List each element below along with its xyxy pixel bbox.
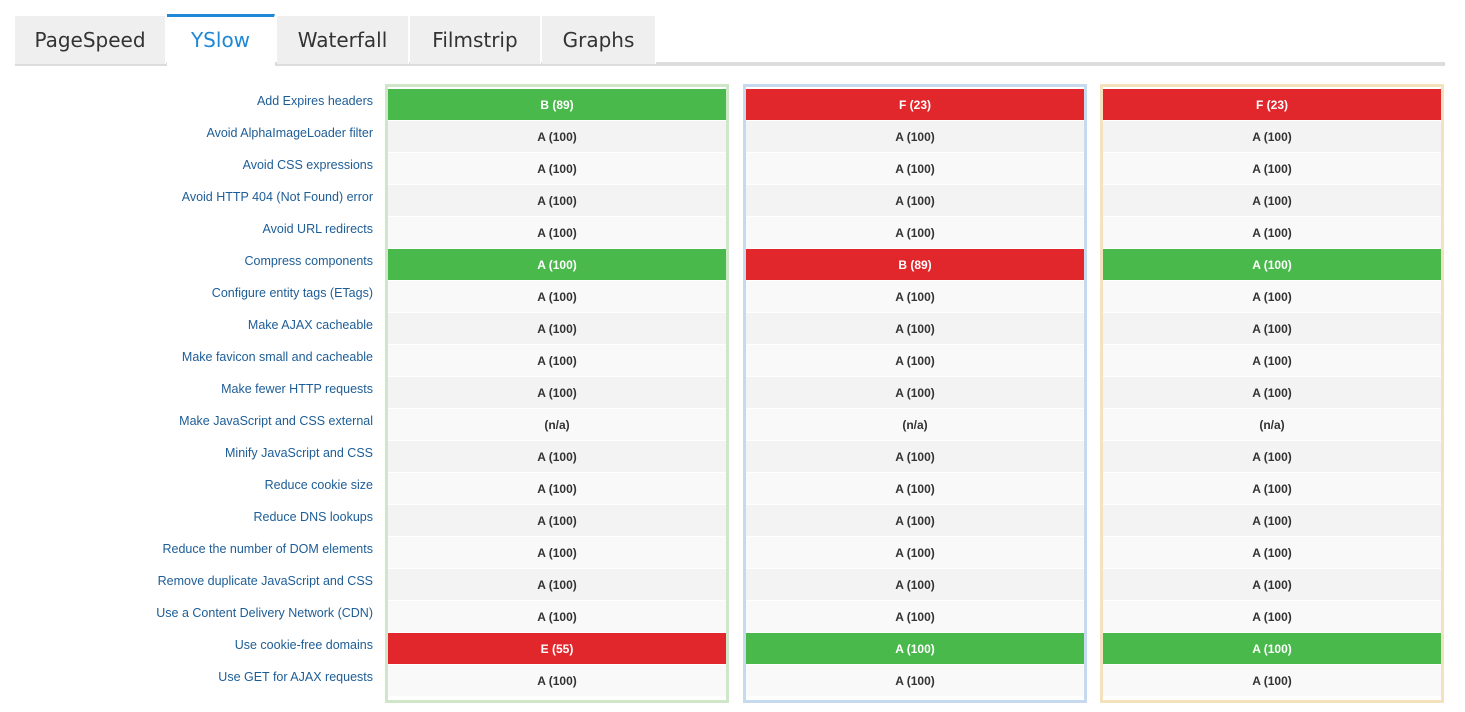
grade-cell: A (100) <box>388 377 726 409</box>
grade-cell: A (100) <box>746 185 1084 217</box>
rule-link[interactable]: Use cookie-free domains <box>0 629 373 661</box>
grade-cell: A (100) <box>1103 185 1441 217</box>
grade-cell: A (100) <box>388 121 726 153</box>
rule-link[interactable]: Make favicon small and cacheable <box>0 341 373 373</box>
grade-cell: F (23) <box>1103 89 1441 121</box>
grade-cell: A (100) <box>388 505 726 537</box>
grade-cell: A (100) <box>746 313 1084 345</box>
grade-cell: A (100) <box>746 153 1084 185</box>
grade-cell: B (89) <box>746 249 1084 281</box>
grade-cell: A (100) <box>1103 281 1441 313</box>
grade-cell: A (100) <box>1103 601 1441 633</box>
grade-cell: A (100) <box>1103 665 1441 697</box>
grade-cell: A (100) <box>1103 217 1441 249</box>
tab-graphs[interactable]: Graphs <box>542 16 656 64</box>
grade-cell: A (100) <box>388 345 726 377</box>
grade-cell: A (100) <box>1103 377 1441 409</box>
grade-cell: A (100) <box>388 569 726 601</box>
grade-cell: A (100) <box>1103 441 1441 473</box>
grade-cell: A (100) <box>1103 153 1441 185</box>
grade-cell: A (100) <box>388 217 726 249</box>
rule-link[interactable]: Minify JavaScript and CSS <box>0 437 373 469</box>
grade-cell: A (100) <box>1103 537 1441 569</box>
grade-cell: A (100) <box>746 665 1084 697</box>
result-column-3: F (23) A (100) A (100) A (100) A (100) A (100… <box>1100 84 1444 703</box>
tab-waterfall[interactable]: Waterfall <box>277 16 409 64</box>
result-column-1: B (89) A (100) A (100) A (100) A (100) A (100… <box>385 84 729 703</box>
tab-filmstrip[interactable]: Filmstrip <box>410 16 541 64</box>
grade-cell: A (100) <box>746 217 1084 249</box>
grade-cell: A (100) <box>388 153 726 185</box>
grade-cell: A (100) <box>746 377 1084 409</box>
tab-yslow[interactable]: YSlow <box>167 14 275 68</box>
rule-link[interactable]: Make AJAX cacheable <box>0 309 373 341</box>
rule-link[interactable]: Avoid CSS expressions <box>0 149 373 181</box>
grade-cell: A (100) <box>388 665 726 697</box>
grade-cell: A (100) <box>746 473 1084 505</box>
rule-link[interactable]: Configure entity tags (ETags) <box>0 277 373 309</box>
grade-cell: A (100) <box>388 313 726 345</box>
grade-cell: A (100) <box>746 121 1084 153</box>
rule-link[interactable]: Avoid HTTP 404 (Not Found) error <box>0 181 373 213</box>
rule-link[interactable]: Avoid URL redirects <box>0 213 373 245</box>
grade-cell: A (100) <box>746 345 1084 377</box>
rule-link[interactable]: Avoid AlphaImageLoader filter <box>0 117 373 149</box>
grade-cell: A (100) <box>1103 345 1441 377</box>
grade-cell: A (100) <box>746 537 1084 569</box>
rule-link[interactable]: Reduce DNS lookups <box>0 501 373 533</box>
grade-cell: A (100) <box>746 441 1084 473</box>
tab-pagespeed[interactable]: PageSpeed <box>15 16 166 64</box>
grade-cell: A (100) <box>746 633 1084 665</box>
result-column-2: F (23) A (100) A (100) A (100) A (100) B (89)… <box>743 84 1087 703</box>
grade-cell: (n/a) <box>388 409 726 441</box>
grade-cell: A (100) <box>388 281 726 313</box>
grade-cell: F (23) <box>746 89 1084 121</box>
grade-cell: A (100) <box>388 185 726 217</box>
rule-link[interactable]: Remove duplicate JavaScript and CSS <box>0 565 373 597</box>
grade-cell: A (100) <box>746 569 1084 601</box>
grade-cell: (n/a) <box>746 409 1084 441</box>
grade-cell: A (100) <box>746 505 1084 537</box>
rule-link[interactable]: Reduce cookie size <box>0 469 373 501</box>
grade-cell: A (100) <box>388 441 726 473</box>
grade-cell: A (100) <box>746 281 1084 313</box>
grade-cell: A (100) <box>388 601 726 633</box>
grade-cell: A (100) <box>1103 473 1441 505</box>
rule-link[interactable]: Use a Content Delivery Network (CDN) <box>0 597 373 629</box>
rule-labels: Add Expires headers Avoid AlphaImageLoad… <box>0 85 373 693</box>
grade-cell: A (100) <box>388 473 726 505</box>
rule-link[interactable]: Reduce the number of DOM elements <box>0 533 373 565</box>
rule-link[interactable]: Use GET for AJAX requests <box>0 661 373 693</box>
grade-cell: B (89) <box>388 89 726 121</box>
grade-cell: A (100) <box>1103 505 1441 537</box>
grade-cell: A (100) <box>388 249 726 281</box>
grade-cell: A (100) <box>1103 633 1441 665</box>
rule-link[interactable]: Add Expires headers <box>0 85 373 117</box>
grade-cell: A (100) <box>1103 313 1441 345</box>
grade-cell: A (100) <box>1103 569 1441 601</box>
grade-cell: A (100) <box>1103 249 1441 281</box>
rule-link[interactable]: Make fewer HTTP requests <box>0 373 373 405</box>
grade-cell: (n/a) <box>1103 409 1441 441</box>
grade-cell: A (100) <box>746 601 1084 633</box>
tab-bar: PageSpeed YSlow Waterfall Filmstrip Grap… <box>15 14 1445 68</box>
grade-cell: A (100) <box>1103 121 1441 153</box>
grade-cell: E (55) <box>388 633 726 665</box>
grade-cell: A (100) <box>388 537 726 569</box>
rule-link[interactable]: Compress components <box>0 245 373 277</box>
rule-link[interactable]: Make JavaScript and CSS external <box>0 405 373 437</box>
